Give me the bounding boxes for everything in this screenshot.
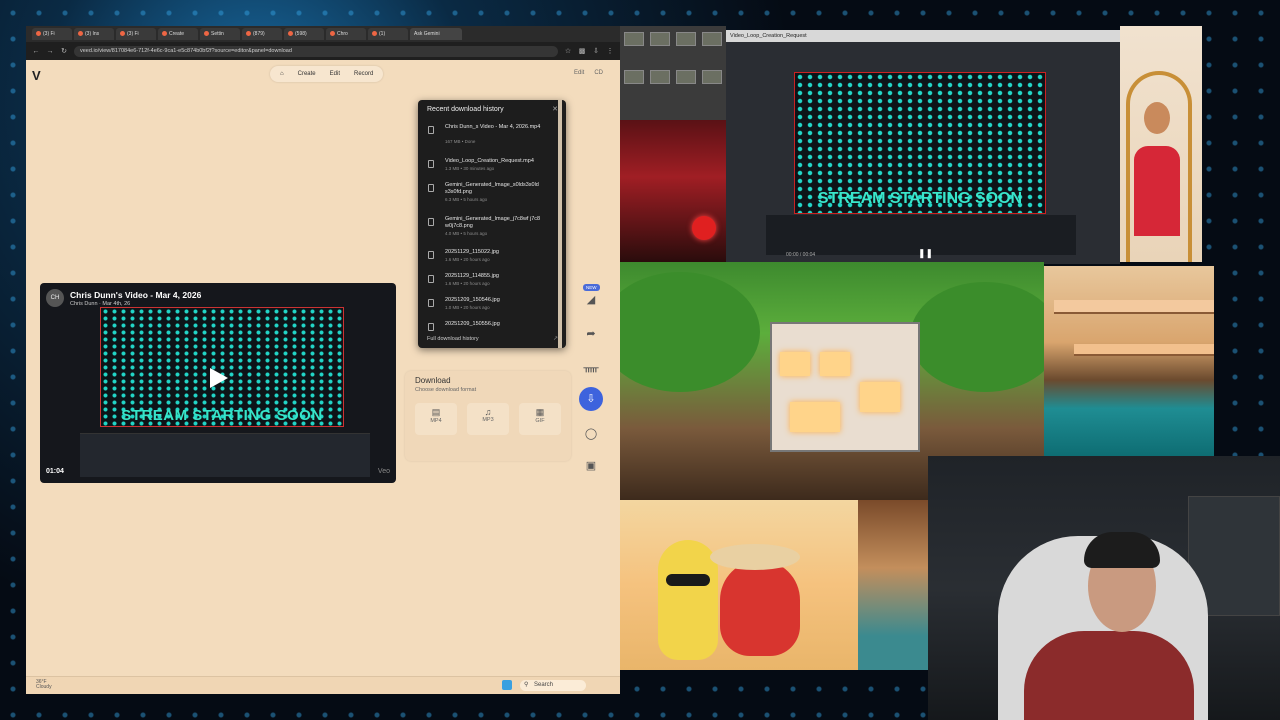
- download-icon[interactable]: ⇩: [592, 47, 600, 55]
- download-item[interactable]: Chris Dunn_s Video - Mar 4, 2026.mp4 167…: [427, 124, 555, 152]
- download-item[interactable]: Gemini_Generated_Image_s0lds3s0ld s3s0fd…: [427, 182, 555, 210]
- app-logo[interactable]: V: [32, 68, 41, 83]
- download-panel: Download Choose download format ▤ MP4 ♫ …: [405, 371, 571, 461]
- address-bar-row: ← → ↻ veed.io/view/817084e6-712f-4e6c-9c…: [26, 42, 620, 60]
- ask-gemini-button[interactable]: Ask Gemini: [410, 28, 462, 40]
- reload-icon[interactable]: ↻: [60, 47, 68, 55]
- desktop-stage: (3) Fi (3) Ins (3) Fi Create Settin (879…: [0, 0, 1280, 720]
- download-history-title: Recent download history: [427, 106, 504, 113]
- top-nav: ⌂ Create Edit Record: [270, 66, 384, 82]
- nav-record[interactable]: Record: [354, 71, 373, 77]
- download-icon[interactable]: ⇩: [579, 387, 603, 411]
- windows-start-icon[interactable]: [502, 680, 512, 690]
- download-panel-title: Download: [415, 376, 451, 385]
- url-field[interactable]: veed.io/view/817084e6-712f-4e6c-9ca1-e5c…: [74, 45, 558, 57]
- download-item[interactable]: Gemini_Generated_Image_j7c8wf j7c8 w0j7c…: [427, 216, 555, 244]
- boy-photo: [1120, 26, 1202, 262]
- villa-pool-image: [1044, 266, 1214, 456]
- browser-tab[interactable]: (598): [284, 28, 324, 40]
- translate-icon[interactable]: ᚅ: [579, 356, 603, 380]
- obs-window: Video_Loop_Creation_Request STREAM START…: [726, 30, 1120, 264]
- profile-initials[interactable]: CD: [594, 70, 603, 76]
- format-gif-button[interactable]: ▦ GIF: [519, 403, 561, 435]
- file-icon: [428, 126, 434, 134]
- weather-widget[interactable]: 36°F Cloudy: [36, 680, 52, 690]
- music-note-icon: ♫: [484, 407, 492, 417]
- star-icon[interactable]: ☆: [564, 47, 572, 55]
- right-nav: Edit CD: [574, 70, 603, 76]
- file-icon: [428, 323, 434, 331]
- scrollbar[interactable]: [558, 100, 562, 348]
- share-icon[interactable]: ➦: [579, 322, 603, 346]
- taskbar: 36°F Cloudy ⚲ Search: [26, 676, 620, 694]
- video-duration: 01:04: [46, 468, 64, 475]
- back-icon[interactable]: ←: [32, 48, 40, 55]
- browser-window: (3) Fi (3) Ins (3) Fi Create Settin (879…: [26, 26, 620, 694]
- browser-tab[interactable]: (3) Fi: [116, 28, 156, 40]
- megaphone-icon[interactable]: ◢: [579, 288, 603, 312]
- nav-create[interactable]: Create: [298, 71, 316, 77]
- thumbnail: [650, 32, 670, 46]
- video-watermark: Veo: [377, 468, 390, 475]
- file-icon: [428, 275, 434, 283]
- thumbnail: [702, 70, 722, 84]
- thumbnail: [676, 70, 696, 84]
- format-mp3-button[interactable]: ♫ MP3: [467, 403, 509, 435]
- thumbnail: [624, 70, 644, 84]
- webcam-feed: [928, 456, 1280, 720]
- home-icon[interactable]: ⌂: [280, 71, 284, 77]
- video-title: Chris Dunn's Video - Mar 4, 2026: [70, 290, 202, 300]
- thumbnail: [702, 32, 722, 46]
- file-icon: [428, 218, 434, 226]
- gif-icon: ▦: [535, 407, 545, 417]
- extensions-icon[interactable]: ▩: [578, 47, 586, 55]
- full-download-history-link[interactable]: Full download history: [427, 336, 479, 342]
- browser-tab[interactable]: (3) Ins: [74, 28, 114, 40]
- gift-icon[interactable]: ▣: [579, 454, 603, 478]
- browser-tab[interactable]: Create: [158, 28, 198, 40]
- browser-tab[interactable]: Chro: [326, 28, 366, 40]
- forward-icon[interactable]: →: [46, 48, 54, 55]
- video-subtitle: Chris Dunn · Mar 4th, 26: [70, 301, 131, 307]
- download-panel-subtitle: Choose download format: [415, 387, 477, 393]
- browser-tab[interactable]: (879): [242, 28, 282, 40]
- record-button-icon[interactable]: [692, 216, 716, 240]
- edit-button[interactable]: Edit: [574, 70, 584, 76]
- taskbar-search[interactable]: ⚲ Search: [520, 680, 586, 691]
- play-icon[interactable]: [202, 363, 232, 393]
- download-item[interactable]: 20251209_150556.jpg: [427, 321, 555, 331]
- red-car-image: [620, 120, 726, 262]
- file-icon: [428, 184, 434, 192]
- nav-edit[interactable]: Edit: [330, 71, 340, 77]
- pause-icon[interactable]: ❚❚: [918, 248, 933, 259]
- browser-tab[interactable]: (3) Fi: [32, 28, 72, 40]
- video-obs-panel: [80, 433, 370, 477]
- browser-tab[interactable]: (1): [368, 28, 408, 40]
- veed-page: V ⌂ Create Edit Record Edit CD STREAM ST…: [26, 60, 620, 676]
- video-overlay-text: STREAM STARTING SOON: [121, 407, 323, 424]
- video-player[interactable]: STREAM STARTING SOON CH Chris Dunn's Vid…: [40, 283, 396, 483]
- fruit-characters-image: [620, 500, 930, 670]
- obs-overlay-text: STREAM STARTING SOON: [817, 190, 1023, 207]
- obs-title: Video_Loop_Creation_Request: [726, 30, 1120, 42]
- thumbnail: [624, 32, 644, 46]
- menu-icon[interactable]: ⋮: [606, 47, 614, 55]
- search-icon: ⚲: [524, 682, 529, 688]
- obs-timecode: 00:00 / 00:04: [786, 252, 816, 258]
- file-icon: [428, 160, 434, 168]
- format-mp4-button[interactable]: ▤ MP4: [415, 403, 457, 435]
- tab-bar: (3) Fi (3) Ins (3) Fi Create Settin (879…: [26, 26, 620, 42]
- photo-thumbnails: [620, 26, 726, 262]
- comment-icon[interactable]: ◯: [579, 422, 603, 446]
- file-icon: [428, 299, 434, 307]
- film-icon: ▤: [431, 407, 441, 417]
- browser-tab[interactable]: Settin: [200, 28, 240, 40]
- file-icon: [428, 251, 434, 259]
- thumbnail: [650, 70, 670, 84]
- thumbnail: [676, 32, 696, 46]
- avatar: CH: [46, 289, 64, 307]
- download-history-popup: Recent download history ✕ Chris Dunn_s V…: [418, 100, 566, 348]
